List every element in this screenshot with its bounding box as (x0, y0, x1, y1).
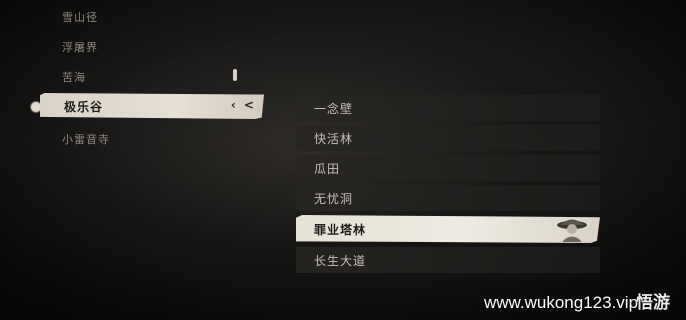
location-label: 一念壁 (314, 101, 354, 116)
location-item-sin-pagoda-forest[interactable]: 罪业塔林 (296, 215, 600, 243)
location-item-happy-forest[interactable]: 快活林 (296, 125, 600, 151)
location-item-longevity-road[interactable]: 长生大道 (296, 247, 600, 273)
location-list: 一念壁 快活林 瓜田 无忧洞 罪业塔林 长生大道 (296, 95, 600, 277)
chevron-left-icon: ‹ < (230, 98, 256, 112)
location-label: 瓜田 (314, 161, 341, 176)
region-item-little-thunder-temple[interactable]: 小雷音寺 (40, 128, 264, 150)
location-item-yinian-wall[interactable]: 一念壁 (296, 95, 600, 121)
region-item-futu[interactable]: 浮屠界 (40, 36, 264, 58)
watermark-logo: 悟游 (636, 293, 670, 313)
location-item-carefree-cave[interactable]: 无忧洞 (296, 185, 600, 211)
scrollbar-thumb[interactable] (233, 69, 237, 81)
location-label: 罪业塔林 (314, 222, 367, 237)
location-label: 快活林 (314, 131, 354, 146)
region-label: 浮屠界 (62, 41, 98, 54)
location-label: 长生大道 (314, 253, 367, 268)
region-label: 雪山径 (62, 11, 98, 24)
region-label: 苦海 (62, 71, 86, 84)
region-item-snow-path[interactable]: 雪山径 (40, 6, 264, 28)
character-portrait-icon (557, 219, 587, 242)
region-item-bliss-valley[interactable]: 极乐谷 ‹ < (40, 93, 264, 119)
region-list: 雪山径 浮屠界 苦海 极乐谷 ‹ < 小雷音寺 (0, 0, 266, 320)
region-item-bitter-sea[interactable]: 苦海 (40, 66, 264, 88)
location-label: 无忧洞 (314, 191, 354, 206)
selection-marker-icon (282, 224, 293, 235)
location-item-melon-field[interactable]: 瓜田 (296, 155, 600, 181)
watermark-url: www.wukong123.vip (484, 293, 639, 312)
region-label: 小雷音寺 (62, 133, 110, 146)
region-label: 极乐谷 (64, 99, 104, 114)
